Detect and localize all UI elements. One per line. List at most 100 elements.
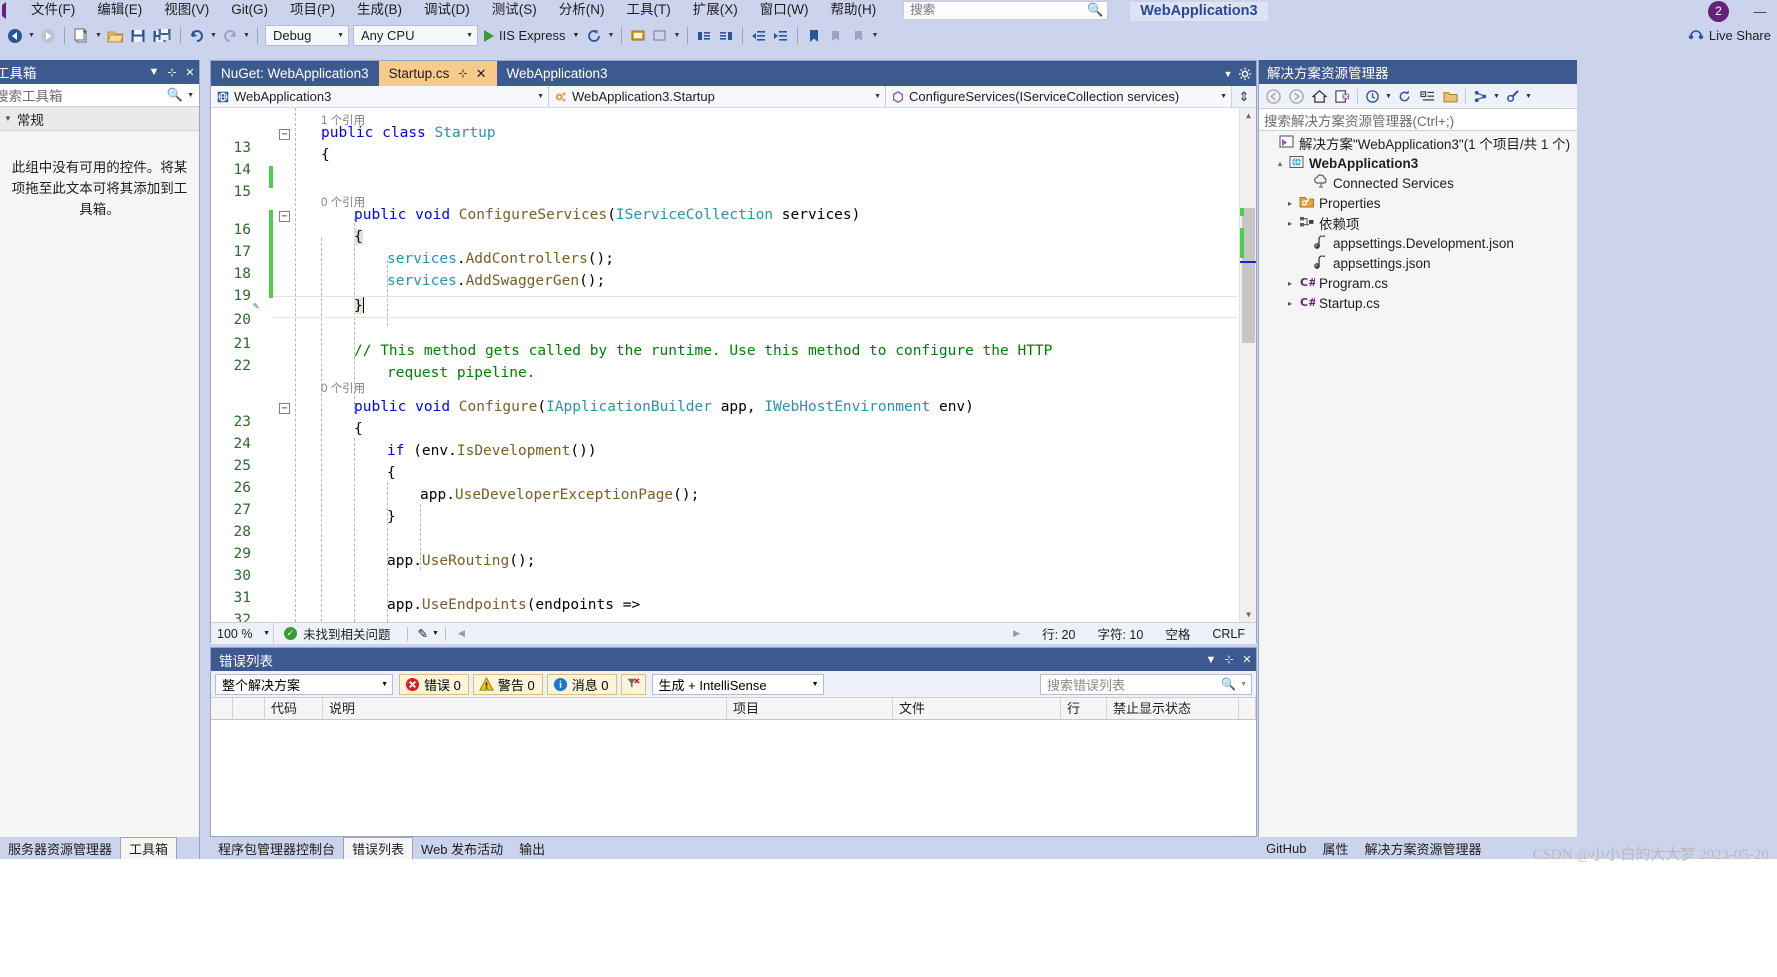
attach-process-icon[interactable] [627,24,649,48]
toolbar-overflow-icon[interactable]: ▼ [869,24,880,48]
increase-indent-icon[interactable] [770,24,792,48]
navigate-forward-icon[interactable] [37,24,59,48]
column-code[interactable]: 代码 [265,697,323,720]
split-editor-icon[interactable]: ⇕ [1232,86,1256,107]
menu-project[interactable]: 项目(P) [279,0,346,22]
tab-web-publish-activity[interactable]: Web 发布活动 [413,837,511,859]
tab-package-manager-console[interactable]: 程序包管理器控制台 [210,837,343,859]
uncomment-selection-icon[interactable] [715,24,737,48]
column-blank-1[interactable] [211,697,233,720]
save-all-icon[interactable] [150,24,175,48]
refresh-icon[interactable] [1393,85,1416,108]
code-cleanup-icon[interactable]: ✎ [414,626,432,641]
start-debug-button[interactable]: IIS Express ▼ [480,24,583,48]
tree-item-solution[interactable]: 解决方案"WebApplication3"(1 个项目/共 1 个) [1259,133,1577,153]
fold-toggle-icon[interactable]: − [279,129,290,140]
tab-server-explorer[interactable]: 服务器资源管理器 [0,837,120,859]
column-file[interactable]: 文件 [893,697,1061,720]
tree-item-appsettings-json[interactable]: appsettings.json [1259,253,1577,273]
scroll-left-icon[interactable]: ◀ [452,628,471,639]
chevron-down-icon[interactable]: ▼ [1384,85,1393,108]
view-options-icon[interactable] [1469,85,1492,108]
tab-startup-cs[interactable]: Startup.cs ⊹ ✕ [378,61,497,86]
solution-explorer-search-box[interactable]: 搜索解决方案资源管理器(Ctrl+;) [1259,109,1577,131]
sync-with-active-document-icon[interactable] [1331,85,1354,108]
decrease-indent-icon[interactable] [748,24,770,48]
tab-properties[interactable]: 属性 [1314,839,1356,858]
close-icon[interactable]: ✕ [476,66,487,82]
menu-edit[interactable]: 编辑(E) [86,0,153,22]
new-project-dropdown-icon[interactable]: ▼ [93,24,104,48]
chevron-down-icon[interactable]: ▼ [572,32,579,39]
chevron-down-icon[interactable]: ▼ [187,92,194,99]
toolbox-group-general[interactable]: ▼ 常规 [0,107,199,131]
expander[interactable]: ▸ [1283,199,1297,208]
hot-reload-icon[interactable] [583,24,605,48]
close-icon[interactable]: ✕ [181,66,199,79]
pending-changes-icon[interactable] [1361,85,1384,108]
error-list-search-box[interactable]: 搜索错误列表 🔍 ▼ [1040,673,1252,695]
live-share-label[interactable]: Live Share [1709,28,1771,43]
properties-icon[interactable] [1501,85,1524,108]
tab-solution-explorer[interactable]: 解决方案资源管理器 [1356,839,1489,858]
comment-selection-icon[interactable] [693,24,715,48]
tab-toolbox[interactable]: 工具箱 [120,837,178,859]
open-file-icon[interactable] [104,24,127,48]
solution-configuration-combo[interactable]: Debug ▼ [265,25,349,46]
show-all-files-icon[interactable] [1439,85,1462,108]
expander[interactable]: ▸ [1283,299,1297,308]
code-editor[interactable]: 1 个引用 0 个引用 0 个引用 13 − public class Star… [211,108,1256,622]
solution-platform-combo[interactable]: Any CPU ▼ [353,25,478,46]
chevron-down-icon[interactable]: ▼ [1202,654,1220,666]
editor-vertical-scrollbar[interactable]: ▲ ▼ [1239,108,1256,622]
active-files-dropdown-icon[interactable]: ▼ [1218,69,1238,79]
toggle-bookmark-icon[interactable] [803,24,825,48]
forward-icon[interactable] [1285,85,1308,108]
undo-dropdown-icon[interactable]: ▼ [208,24,219,48]
error-scope-combo[interactable]: 整个解决方案 ▼ [215,673,393,695]
undo-icon[interactable] [186,24,208,48]
next-bookmark-icon[interactable] [847,24,869,48]
minimize-button[interactable]: — [1743,0,1777,22]
toolbox-search-box[interactable]: 搜索工具箱 🔍 ▼ [0,84,199,107]
new-project-icon[interactable] [70,24,93,48]
tree-item-connected-services[interactable]: Connected Services [1259,173,1577,193]
back-icon[interactable] [1262,85,1285,108]
tree-item-program-cs[interactable]: ▸ C# Program.cs [1259,273,1577,293]
tab-github[interactable]: GitHub [1258,841,1314,856]
close-icon[interactable]: ✕ [1238,653,1256,666]
column-project[interactable]: 项目 [727,697,893,720]
column-suppression-state[interactable]: 禁止显示状态 [1107,697,1239,720]
menu-file[interactable]: 文件(F) [20,0,86,22]
chevron-down-icon[interactable]: ▼ [1492,85,1501,108]
tab-webapplication3[interactable]: WebApplication3 [496,61,618,86]
expander[interactable]: ▸ [1283,219,1297,228]
menu-analyze[interactable]: 分析(N) [548,0,616,22]
column-description[interactable]: 说明 [323,697,727,720]
search-icon[interactable]: 🔍 [167,87,183,103]
menu-build[interactable]: 生成(B) [346,0,413,22]
pin-icon[interactable]: ⊹ [163,66,181,79]
clear-filter-button[interactable] [620,673,646,695]
fold-toggle-icon[interactable]: − [279,211,290,222]
redo-dropdown-icon[interactable]: ▼ [241,24,252,48]
menu-test[interactable]: 测试(S) [481,0,548,22]
menu-window[interactable]: 窗口(W) [749,0,820,22]
zoom-level-combo[interactable]: 100 % ▼ [211,622,274,645]
tree-item-dependencies[interactable]: ▸ 依赖项 [1259,213,1577,233]
warnings-toggle-button[interactable]: 警告 0 [472,673,543,695]
chevron-down-icon[interactable]: ▼ [1240,681,1247,688]
indent-mode[interactable]: 空格 [1154,624,1201,643]
tree-item-startup-cs[interactable]: ▸ C# Startup.cs [1259,293,1577,313]
pin-icon[interactable]: ⊹ [1220,653,1238,666]
save-icon[interactable] [127,24,150,48]
previous-bookmark-icon[interactable] [825,24,847,48]
column-blank-2[interactable] [233,697,265,720]
tree-item-properties[interactable]: ▸ Properties [1259,193,1577,213]
fold-toggle-icon[interactable]: − [279,403,290,414]
line-ending[interactable]: CRLF [1201,627,1256,641]
global-search-input[interactable] [910,3,1088,17]
chevron-down-icon[interactable]: ▼ [145,66,163,78]
expander[interactable]: ▸ [1283,279,1297,288]
home-icon[interactable] [1308,85,1331,108]
